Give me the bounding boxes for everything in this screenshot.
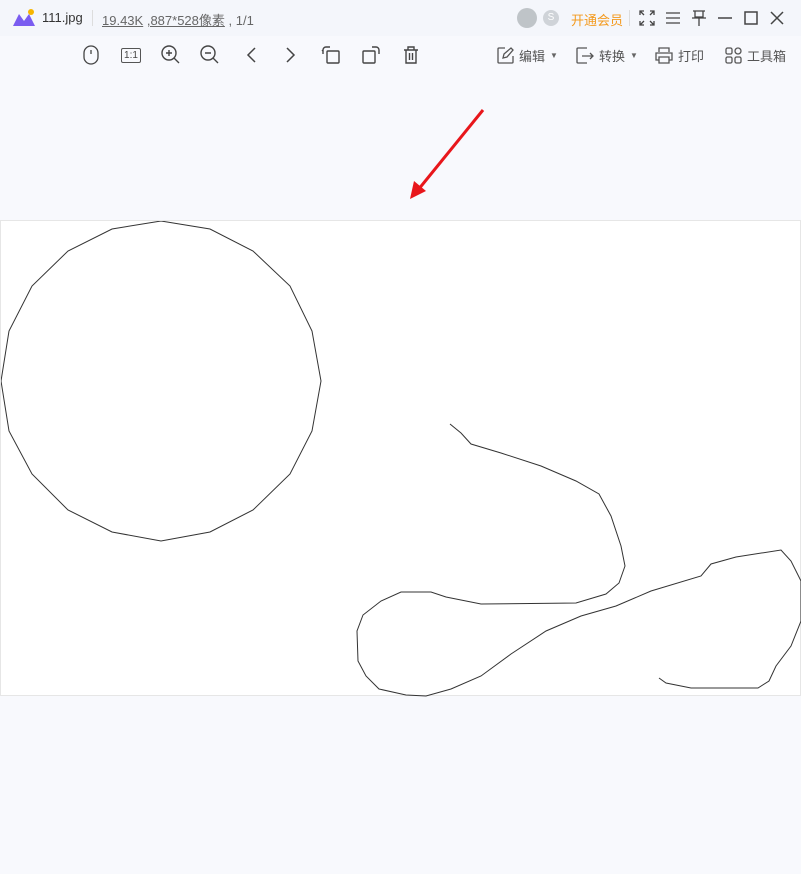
freehand-curve-shape <box>356 423 801 697</box>
circle-polygon-shape <box>1 221 322 542</box>
sketch-image <box>1 221 801 697</box>
image-canvas[interactable] <box>0 220 801 697</box>
